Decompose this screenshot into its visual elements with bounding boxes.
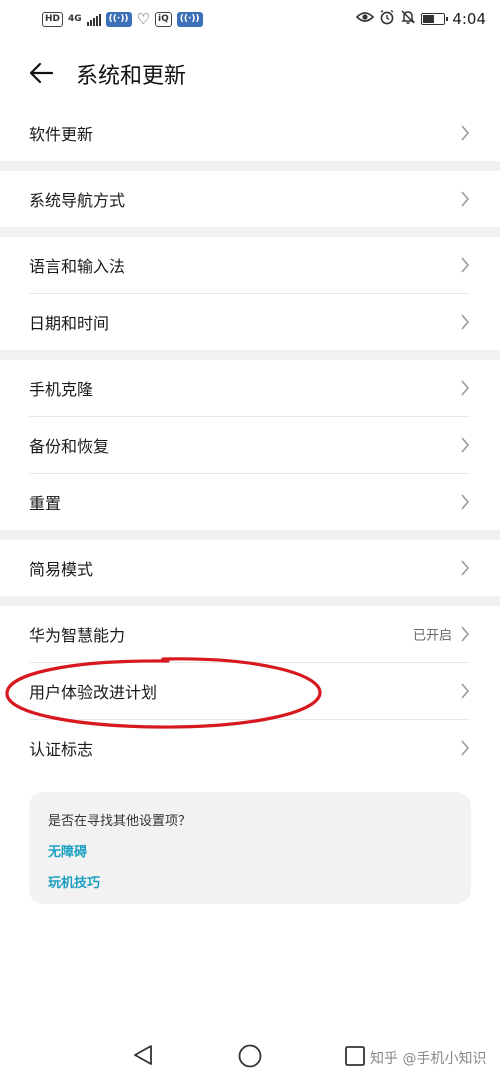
link-phone-tips[interactable]: 玩机技巧 [48, 872, 471, 891]
iqiyi-icon: iQ [155, 11, 172, 27]
help-card: 是否在寻找其他设置项？ 无障碍 玩机技巧 [29, 792, 471, 904]
setting-status-value: 已开启 [412, 628, 452, 644]
battery-icon [421, 13, 449, 25]
setting-user-experience-program[interactable]: 用户体验改进计划 [0, 663, 500, 719]
setting-label: 简易模式 [29, 560, 94, 579]
page-header: 系统和更新 [0, 48, 500, 98]
link-accessibility[interactable]: 无障碍 [48, 841, 471, 860]
wifi-hotspot-icon: ((·)) [105, 11, 132, 27]
setting-huawei-smart-ability[interactable]: 华为智慧能力 已开启 [0, 606, 500, 662]
nav-home-icon[interactable] [237, 1043, 263, 1073]
watermark: 知乎 @手机小知识 [370, 1051, 487, 1067]
system-navigation-bar: 知乎 @手机小知识 [0, 1030, 500, 1083]
group-separator [0, 530, 500, 540]
chevron-right-icon [461, 257, 470, 273]
setting-label: 手机克隆 [29, 380, 94, 399]
status-bar-right: 4:04 [356, 9, 486, 29]
setting-label: 语言和输入法 [29, 257, 126, 276]
heartbeat-icon: ♡ [136, 9, 150, 28]
setting-software-update[interactable]: 软件更新 [0, 105, 500, 161]
setting-reset[interactable]: 重置 [0, 474, 500, 530]
setting-label: 用户体验改进计划 [29, 683, 158, 702]
setting-label: 软件更新 [29, 125, 94, 144]
arrow-left-icon[interactable] [28, 61, 54, 85]
group-separator [0, 350, 500, 360]
group-separator [0, 227, 500, 237]
setting-simple-mode[interactable]: 简易模式 [0, 540, 500, 596]
chevron-right-icon [461, 191, 470, 207]
setting-certification-logos[interactable]: 认证标志 [0, 720, 500, 776]
chevron-right-icon [461, 437, 470, 453]
chevron-right-icon [461, 314, 470, 330]
status-time: 4:04 [452, 10, 486, 28]
chevron-right-icon [461, 740, 470, 756]
settings-list: 软件更新 系统导航方式 语言和输入法 日期和时间 手机克隆 备份和恢复 重置 简… [0, 105, 500, 776]
chevron-right-icon [461, 626, 470, 642]
setting-system-navigation[interactable]: 系统导航方式 [0, 171, 500, 227]
status-bar: HD 4G ((·)) ♡ iQ ((·)) 4:04 [0, 0, 500, 38]
nav-back-icon[interactable] [131, 1043, 155, 1071]
setting-backup-restore[interactable]: 备份和恢复 [0, 417, 500, 473]
network-type: 4G [68, 14, 82, 24]
chevron-right-icon [461, 560, 470, 576]
setting-label: 日期和时间 [29, 314, 110, 333]
network-type-label: 4G [68, 14, 82, 24]
group-separator [0, 161, 500, 171]
help-title: 是否在寻找其他设置项？ [48, 814, 192, 829]
status-bar-left: HD 4G ((·)) ♡ iQ ((·)) [42, 9, 203, 28]
chevron-right-icon [461, 494, 470, 510]
chevron-right-icon [461, 380, 470, 396]
chevron-right-icon [461, 683, 470, 699]
chevron-right-icon [461, 125, 470, 141]
setting-label: 系统导航方式 [29, 191, 126, 210]
hd-indicator: HD [42, 11, 64, 27]
bell-off-icon [400, 9, 416, 29]
page-title: 系统和更新 [76, 64, 187, 89]
alarm-icon [379, 9, 395, 29]
setting-label: 重置 [29, 494, 62, 513]
setting-language-input[interactable]: 语言和输入法 [0, 237, 500, 293]
nav-recents-icon[interactable] [344, 1045, 366, 1071]
setting-label: 认证标志 [29, 740, 94, 759]
eye-icon [356, 10, 375, 28]
group-separator [0, 596, 500, 606]
setting-date-time[interactable]: 日期和时间 [0, 294, 500, 350]
setting-label: 备份和恢复 [29, 437, 110, 456]
signal-icon [86, 13, 101, 26]
app-notification-icon: ((·)) [176, 11, 203, 27]
setting-phone-clone[interactable]: 手机克隆 [0, 360, 500, 416]
